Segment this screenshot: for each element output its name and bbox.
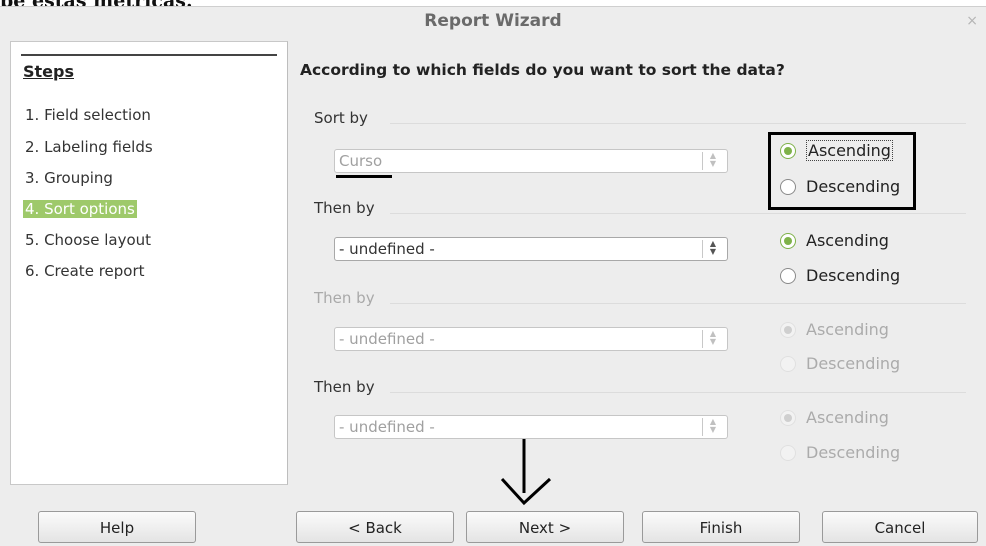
select-value: - undefined - — [339, 240, 435, 258]
steps-panel: Steps 1. Field selection 2. Labeling fie… — [10, 41, 288, 485]
section-divider — [390, 213, 966, 214]
window-title: Report Wizard — [424, 11, 562, 31]
sort-by-label: Sort by — [314, 109, 368, 127]
spinner-icon[interactable]: ▲ ▼ — [702, 330, 721, 348]
section-divider — [390, 123, 966, 124]
radio-unchecked-icon — [780, 267, 796, 284]
then-by-1-ascending-radio[interactable]: Ascending — [780, 231, 889, 250]
radio-label: Descending — [806, 443, 901, 462]
report-wizard-dialog: Report Wizard × Steps 1. Field selection… — [0, 6, 986, 546]
back-button-label: < Back — [348, 519, 402, 537]
select-value: - undefined - — [339, 418, 435, 436]
title-bar: Report Wizard × — [0, 7, 986, 35]
then-by-label-1: Then by — [314, 199, 375, 217]
back-button[interactable]: < Back — [296, 511, 454, 543]
step-field-selection[interactable]: 1. Field selection — [23, 106, 153, 124]
step-choose-layout[interactable]: 5. Choose layout — [23, 231, 153, 249]
close-icon[interactable]: × — [966, 7, 978, 35]
finish-button-label: Finish — [699, 519, 743, 537]
step-grouping[interactable]: 3. Grouping — [23, 169, 115, 187]
then-by-1-descending-radio[interactable]: Descending — [780, 266, 900, 285]
then-by-field-select-2[interactable]: - undefined - ▲ ▼ — [334, 327, 728, 351]
radio-label: Ascending — [806, 231, 889, 250]
help-button-label: Help — [99, 519, 135, 537]
spinner-icon[interactable]: ▲ ▼ — [702, 240, 721, 258]
then-by-field-select-3[interactable]: - undefined - ▲ ▼ — [334, 415, 728, 439]
step-create-report[interactable]: 6. Create report — [23, 262, 147, 280]
radio-checked-icon — [780, 409, 796, 426]
step-sort-options[interactable]: 4. Sort options — [23, 200, 137, 218]
next-button-label: Next > — [518, 519, 572, 537]
then-by-field-select-1[interactable]: - undefined - ▲ ▼ — [334, 237, 728, 261]
section-divider — [390, 303, 966, 304]
sort-by-field-select[interactable]: Curso ▲ ▼ — [334, 149, 728, 173]
page-question: According to which fields do you want to… — [300, 61, 785, 79]
then-by-3-descending-radio[interactable]: Descending — [780, 443, 900, 462]
step-labeling-fields[interactable]: 2. Labeling fields — [23, 138, 155, 156]
spinner-icon[interactable]: ▲ ▼ — [702, 152, 721, 170]
radio-unchecked-icon — [780, 355, 796, 372]
annotation-underline — [336, 175, 392, 178]
button-bar: Help < Back Next > Finish Cancel — [0, 503, 986, 543]
finish-button[interactable]: Finish — [642, 511, 800, 543]
select-value: Curso — [339, 152, 383, 170]
steps-title: Steps — [23, 62, 74, 81]
annotation-box — [768, 132, 916, 210]
section-divider — [390, 392, 966, 393]
cancel-button-label: Cancel — [874, 519, 926, 537]
radio-unchecked-icon — [780, 444, 796, 461]
then-by-2-ascending-radio[interactable]: Ascending — [780, 320, 889, 339]
next-button[interactable]: Next > — [466, 511, 624, 543]
radio-label: Descending — [806, 266, 901, 285]
cancel-button[interactable]: Cancel — [822, 511, 978, 543]
then-by-label-3: Then by — [314, 378, 375, 396]
radio-checked-icon — [780, 232, 796, 249]
then-by-3-ascending-radio[interactable]: Ascending — [780, 408, 889, 427]
radio-label: Descending — [806, 354, 901, 373]
then-by-label-2: Then by — [314, 289, 375, 307]
radio-label: Ascending — [806, 320, 889, 339]
help-button[interactable]: Help — [38, 511, 196, 543]
spinner-icon[interactable]: ▲ ▼ — [702, 418, 721, 436]
sort-options-panel: According to which fields do you want to… — [286, 41, 986, 483]
radio-checked-icon — [780, 321, 796, 338]
select-value: - undefined - — [339, 330, 435, 348]
annotation-arrow-icon — [500, 439, 552, 506]
steps-divider — [21, 54, 277, 56]
then-by-2-descending-radio[interactable]: Descending — [780, 354, 900, 373]
radio-label: Ascending — [806, 408, 889, 427]
